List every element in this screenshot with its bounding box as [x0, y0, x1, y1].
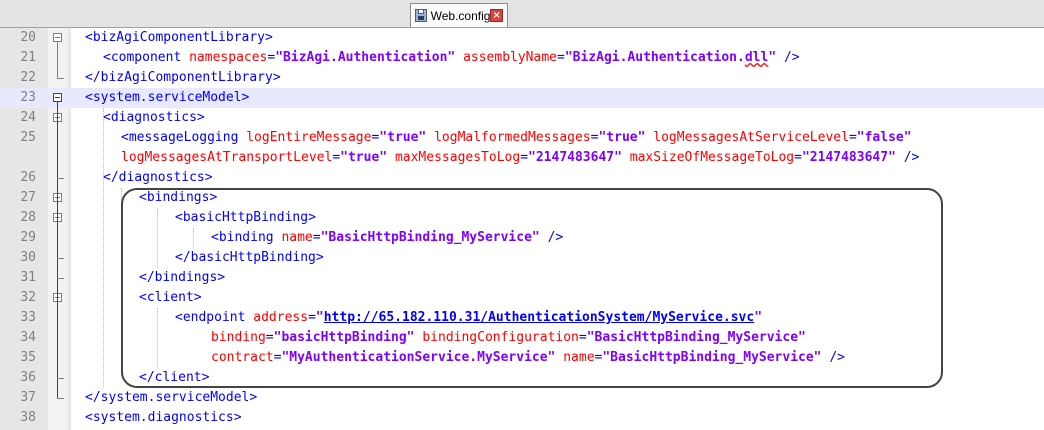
code-text: </diagnostics> — [103, 170, 213, 185]
fold-end-mark — [57, 398, 64, 399]
code-text: <system.diagnostics> — [85, 410, 242, 425]
line-number: 20 — [20, 30, 36, 45]
fold-toggle-icon[interactable] — [53, 93, 62, 102]
line-number: 22 — [20, 70, 36, 85]
line-number: 23 — [20, 90, 36, 105]
code-line[interactable]: 23 <system.serviceModel> — [0, 88, 1044, 108]
code-line[interactable]: 26 </diagnostics> — [0, 168, 1044, 188]
code-line[interactable]: 22 </bizAgiComponentLibrary> — [0, 68, 1044, 88]
fold-line — [57, 102, 58, 398]
fold-end-mark — [57, 258, 64, 259]
line-number: 30 — [20, 250, 36, 265]
save-icon — [415, 9, 427, 22]
code-line[interactable]: 25 <messageLogging logEntireMessage="true… — [0, 128, 1044, 148]
fold-end-mark — [57, 78, 64, 79]
fold-end-mark — [57, 178, 64, 179]
line-number: 24 — [20, 110, 36, 125]
fold-line — [57, 42, 58, 78]
highlight-annotation-box — [121, 188, 943, 388]
code-line[interactable]: 37 </system.serviceModel> — [0, 388, 1044, 408]
line-number: 25 — [20, 130, 36, 145]
line-number: 28 — [20, 210, 36, 225]
code-text: <diagnostics> — [103, 110, 205, 125]
line-number: 33 — [20, 310, 36, 325]
line-number: 37 — [20, 390, 36, 405]
tab-bar: Web.config × — [0, 0, 1044, 28]
code-line[interactable]: logMessagesAtTransportLevel="true" maxMe… — [0, 148, 1044, 168]
line-number: 26 — [20, 170, 36, 185]
code-text: <system.serviceModel> — [85, 90, 250, 105]
code-text: <component namespaces="BizAgi.Authentica… — [103, 50, 800, 65]
code-text: logMessagesAtTransportLevel="true" maxMe… — [121, 150, 920, 165]
code-text: <bizAgiComponentLibrary> — [85, 30, 273, 45]
line-number: 27 — [20, 190, 36, 205]
code-line[interactable]: 38 <system.diagnostics> — [0, 408, 1044, 428]
tab-web-config[interactable]: Web.config × — [410, 3, 508, 27]
fold-end-mark — [57, 278, 64, 279]
indent-guide — [103, 108, 105, 388]
line-number: 35 — [20, 350, 36, 365]
fold-toggle-icon[interactable] — [53, 33, 62, 42]
code-line[interactable]: 24 <diagnostics> — [0, 108, 1044, 128]
code-line[interactable]: 21 <component namespaces="BizAgi.Authenti… — [0, 48, 1044, 68]
tab-label: Web.config — [430, 8, 491, 23]
fold-end-mark — [57, 378, 64, 379]
line-number: 34 — [20, 330, 36, 345]
code-line[interactable]: 20 <bizAgiComponentLibrary> — [0, 28, 1044, 48]
code-text: <messageLogging logEntireMessage="true" … — [121, 130, 912, 145]
line-number: 29 — [20, 230, 36, 245]
line-number: 32 — [20, 290, 36, 305]
line-number: 36 — [20, 370, 36, 385]
code-text: </system.serviceModel> — [85, 390, 258, 405]
code-text: </bizAgiComponentLibrary> — [85, 70, 281, 85]
close-icon[interactable]: × — [490, 9, 503, 22]
line-number: 31 — [20, 270, 36, 285]
line-number: 21 — [20, 50, 36, 65]
line-number: 38 — [20, 410, 36, 425]
